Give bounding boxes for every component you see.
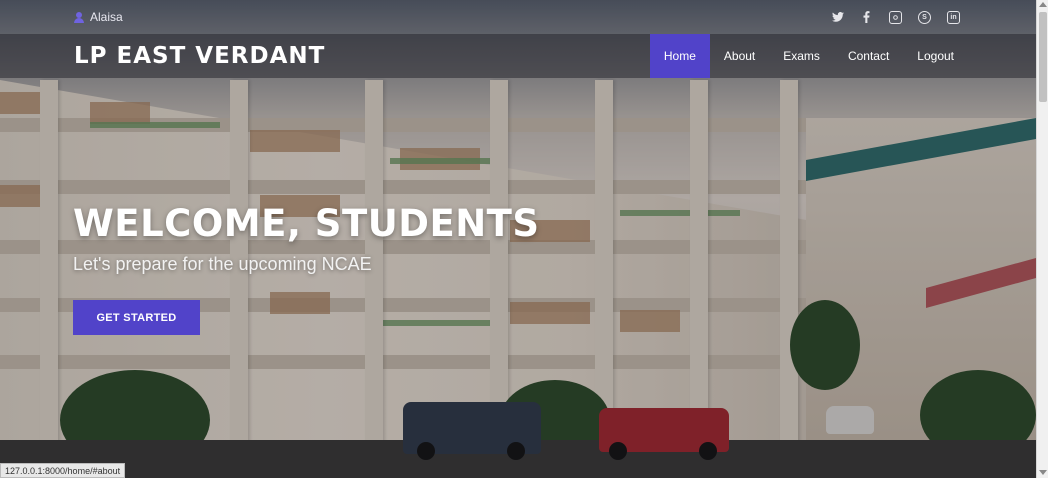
user-icon: [74, 11, 84, 23]
username: Alaisa: [90, 10, 123, 24]
hero-subtitle: Let's prepare for the upcoming NCAE: [73, 254, 372, 274]
scroll-thumb[interactable]: [1039, 12, 1047, 102]
scroll-down-arrow-icon[interactable]: [1039, 470, 1047, 475]
instagram-icon[interactable]: [889, 10, 902, 24]
page-viewport: Alaisa S in LP EAST VERDANT Home About E…: [0, 0, 1036, 478]
scroll-up-arrow-icon[interactable]: [1039, 2, 1047, 7]
social-links: S in: [831, 10, 960, 24]
nav-link-contact[interactable]: Contact: [834, 34, 903, 78]
skype-icon[interactable]: S: [918, 10, 931, 24]
nav-link-logout[interactable]: Logout: [903, 34, 968, 78]
top-bar: Alaisa S in: [0, 0, 1036, 34]
hero-title: WELCOME, STUDENTS: [73, 202, 540, 245]
user-info[interactable]: Alaisa: [74, 10, 123, 24]
twitter-icon[interactable]: [831, 11, 844, 24]
get-started-button[interactable]: GET STARTED: [73, 300, 200, 335]
status-bar-url: 127.0.0.1:8000/home/#about: [0, 463, 126, 478]
brand-logo[interactable]: LP EAST VERDANT: [74, 43, 325, 69]
main-nav: Home About Exams Contact Logout: [649, 34, 968, 78]
page-scrollbar[interactable]: [1036, 0, 1048, 478]
facebook-icon[interactable]: [860, 11, 873, 24]
linkedin-icon[interactable]: in: [947, 10, 960, 24]
nav-link-home[interactable]: Home: [649, 34, 710, 78]
navbar: LP EAST VERDANT Home About Exams Contact…: [0, 34, 1036, 78]
nav-link-exams[interactable]: Exams: [769, 34, 834, 78]
nav-link-about[interactable]: About: [710, 34, 769, 78]
